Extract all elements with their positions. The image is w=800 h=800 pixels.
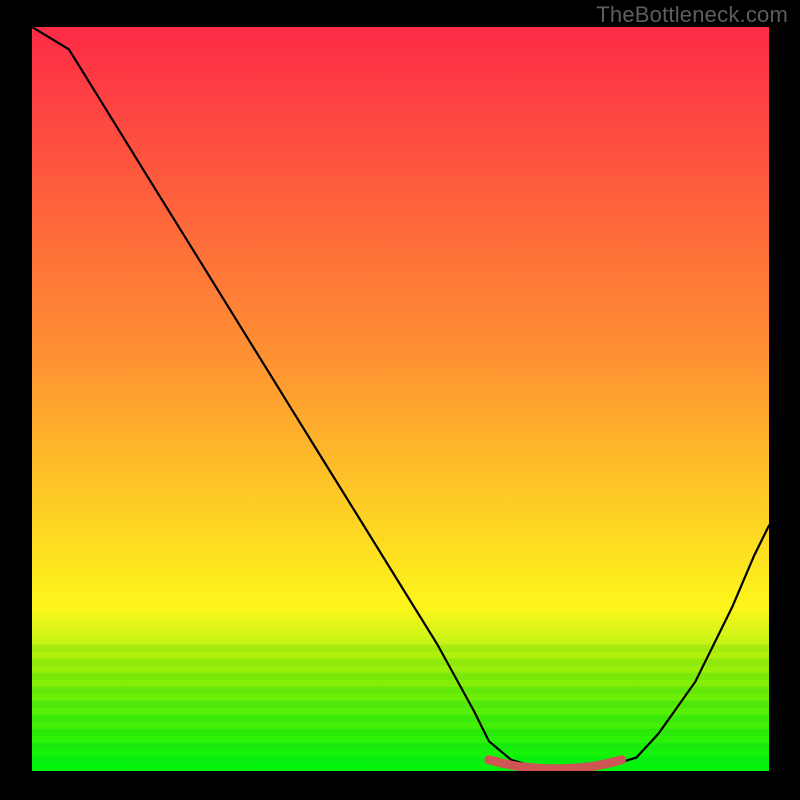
chart-frame: TheBottleneck.com [0, 0, 800, 800]
bottleneck-chart [32, 27, 769, 771]
green-bands [32, 645, 769, 772]
watermark-text: TheBottleneck.com [596, 2, 788, 28]
